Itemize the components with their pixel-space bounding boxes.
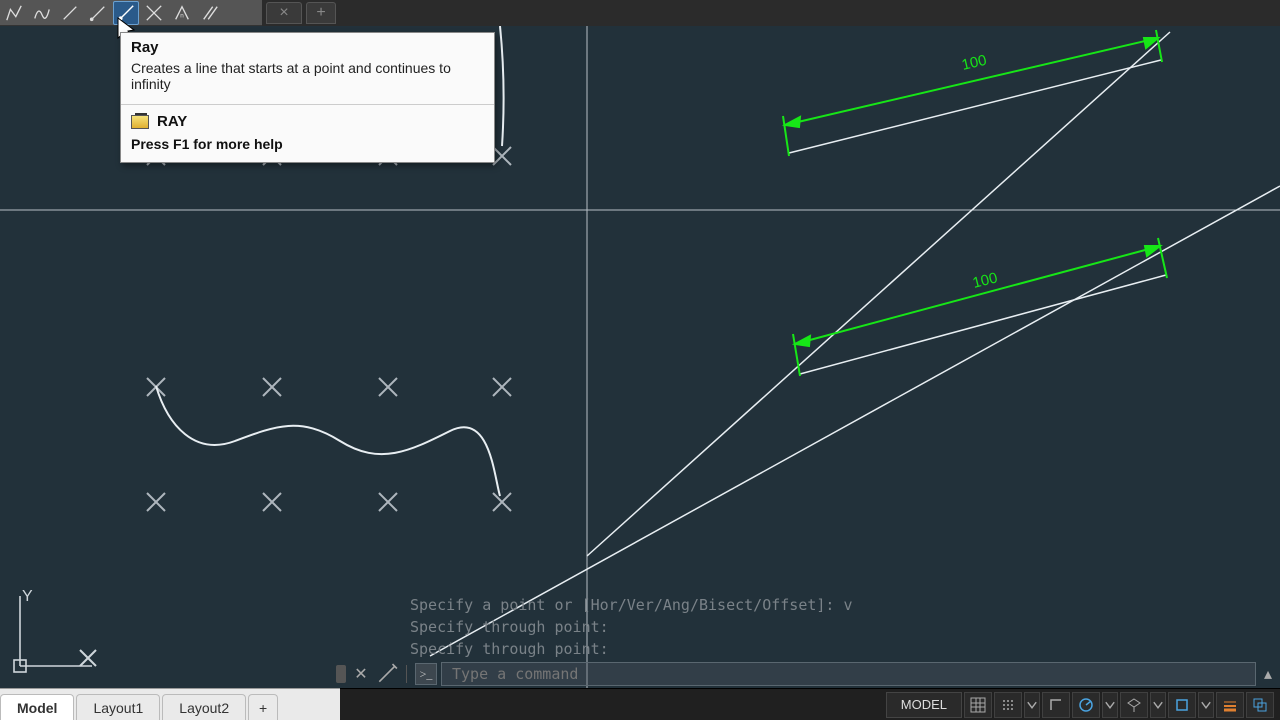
dropdown-icon-3[interactable] [1150,692,1166,718]
osnap-icon[interactable] [1168,692,1196,718]
tool-btn-3[interactable] [57,1,83,25]
iso-icon[interactable] [1120,692,1148,718]
tab-model[interactable]: Model [0,694,74,720]
status-bar: MODEL [340,688,1280,720]
tab-add[interactable]: + [248,694,278,720]
close-icon: × [279,4,288,22]
file-tab-bar: × + [262,0,1280,26]
tool-btn-2[interactable] [29,1,55,25]
file-tab-add[interactable]: + [306,2,336,24]
dimension-value-2: 100 [971,269,999,292]
dimension-value-1: 100 [960,52,988,74]
tool-btn-6[interactable] [141,1,167,25]
command-bar: ✕ >_ ▴ [336,662,1276,686]
command-close-icon[interactable]: ✕ [350,663,372,685]
tooltip-title: Ray [131,39,484,56]
status-space[interactable]: MODEL [886,692,962,718]
plus-icon: + [316,4,325,22]
ortho-icon[interactable] [1042,692,1070,718]
grid-icon[interactable] [964,692,992,718]
command-grip-icon[interactable] [336,665,346,683]
tooltip-description: Creates a line that starts at a point an… [131,60,484,100]
tooltip: Ray Creates a line that starts at a poin… [120,32,495,163]
tool-btn-4[interactable] [85,1,111,25]
polar-icon[interactable] [1072,692,1100,718]
svg-text:n: n [180,12,184,19]
snap-icon[interactable] [994,692,1022,718]
file-tab-close[interactable]: × [266,2,302,24]
tab-layout1[interactable]: Layout1 [76,694,160,720]
tab-layout2[interactable]: Layout2 [162,694,246,720]
tooltip-help: Press F1 for more help [121,132,494,162]
cycling-icon[interactable] [1246,692,1274,718]
history-line-3: Specify through point: [410,638,853,660]
layout-tabs: Model Layout1 Layout2 + [0,688,340,720]
dropdown-icon-1[interactable] [1024,692,1040,718]
command-icon [131,115,149,129]
history-line-2: Specify through point: [410,616,853,638]
axis-y-label: Y [22,588,33,605]
command-input[interactable] [441,662,1256,686]
lineweight-icon[interactable] [1216,692,1244,718]
tool-btn-7[interactable]: n [169,1,195,25]
command-config-icon[interactable] [376,663,398,685]
tooltip-command: RAY [157,113,187,130]
tool-btn-1[interactable] [1,1,27,25]
tool-btn-8[interactable] [197,1,223,25]
command-expand-icon[interactable]: ▴ [1260,664,1276,684]
dropdown-icon-4[interactable] [1198,692,1214,718]
dropdown-icon-2[interactable] [1102,692,1118,718]
command-prompt-icon[interactable]: >_ [415,663,437,685]
history-line-1: Specify a point or [Hor/Ver/Ang/Bisect/O… [410,594,853,616]
command-history: Specify a point or [Hor/Ver/Ang/Bisect/O… [410,594,853,660]
